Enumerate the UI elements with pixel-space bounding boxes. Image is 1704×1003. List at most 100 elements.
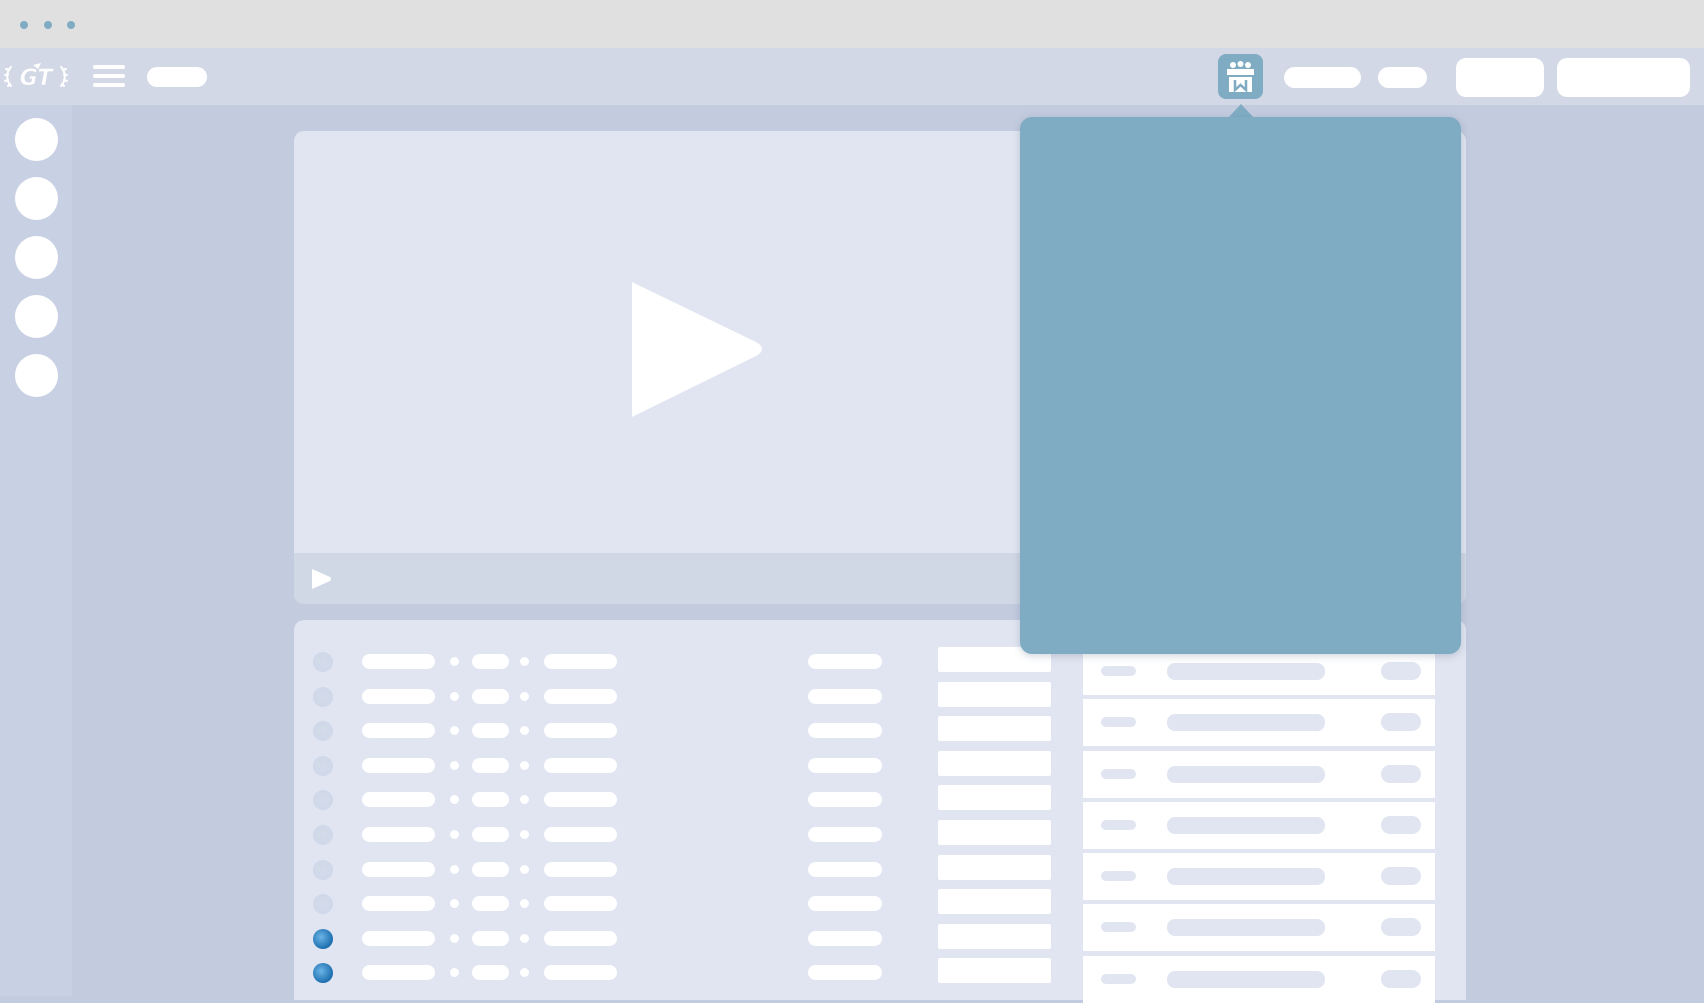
window-dot[interactable] bbox=[44, 21, 52, 29]
odds-button[interactable] bbox=[938, 716, 1051, 742]
card-text-placeholder bbox=[1381, 713, 1421, 731]
text-placeholder bbox=[472, 723, 509, 739]
text-placeholder bbox=[472, 654, 509, 669]
bet-card[interactable] bbox=[1083, 699, 1435, 746]
sidebar-item[interactable] bbox=[15, 354, 58, 397]
separator-dot bbox=[520, 968, 529, 978]
control-play-icon[interactable] bbox=[310, 567, 334, 591]
bet-card[interactable] bbox=[1083, 853, 1435, 900]
separator-dot bbox=[520, 657, 529, 666]
text-placeholder bbox=[808, 688, 882, 704]
text-placeholder bbox=[808, 723, 882, 739]
status-icon bbox=[313, 790, 333, 811]
card-text-placeholder bbox=[1167, 714, 1325, 731]
live-status-icon bbox=[313, 928, 333, 949]
card-text-placeholder bbox=[1101, 717, 1136, 727]
odds-button[interactable] bbox=[938, 854, 1051, 880]
odds-button[interactable] bbox=[938, 820, 1051, 845]
window-dot[interactable] bbox=[67, 21, 75, 29]
list-item[interactable] bbox=[294, 749, 1054, 783]
card-text-placeholder bbox=[1101, 820, 1136, 830]
text-placeholder bbox=[544, 654, 617, 669]
separator-dot bbox=[450, 899, 459, 909]
separator-dot bbox=[520, 899, 529, 909]
card-text-placeholder bbox=[1381, 765, 1421, 783]
sidebar-item[interactable] bbox=[15, 177, 58, 220]
card-text-placeholder bbox=[1101, 922, 1136, 932]
odds-button[interactable] bbox=[938, 785, 1051, 811]
separator-dot bbox=[450, 933, 459, 943]
browser-chrome bbox=[0, 0, 1704, 48]
separator-dot bbox=[450, 657, 459, 666]
odds-button[interactable] bbox=[938, 889, 1051, 915]
gift-popover[interactable] bbox=[1020, 117, 1461, 654]
card-text-placeholder bbox=[1167, 919, 1325, 936]
odds-button[interactable] bbox=[938, 923, 1051, 949]
gt-logo[interactable]: GT bbox=[4, 61, 68, 91]
list-item[interactable] bbox=[294, 680, 1054, 714]
header-link-placeholder[interactable] bbox=[1378, 67, 1427, 88]
separator-dot bbox=[450, 830, 459, 839]
status-icon bbox=[313, 894, 333, 915]
text-placeholder bbox=[472, 688, 509, 704]
list-item[interactable] bbox=[294, 818, 1054, 852]
list-item[interactable] bbox=[294, 714, 1054, 748]
nav-link-placeholder[interactable] bbox=[147, 67, 207, 87]
signup-button[interactable] bbox=[1557, 58, 1690, 97]
header-link-placeholder[interactable] bbox=[1284, 67, 1361, 88]
list-item[interactable] bbox=[294, 853, 1054, 887]
text-placeholder bbox=[544, 896, 617, 912]
window-dot[interactable] bbox=[20, 21, 28, 29]
separator-dot bbox=[520, 795, 529, 805]
card-text-placeholder bbox=[1167, 971, 1325, 988]
bet-card[interactable] bbox=[1083, 648, 1435, 695]
text-placeholder bbox=[544, 827, 617, 842]
sidebar-item[interactable] bbox=[15, 236, 58, 279]
text-placeholder bbox=[472, 861, 509, 877]
text-placeholder bbox=[544, 792, 617, 808]
gift-icon bbox=[1227, 61, 1254, 93]
gift-button[interactable] bbox=[1218, 54, 1263, 99]
text-placeholder bbox=[544, 965, 617, 981]
popover-caret bbox=[1228, 104, 1254, 118]
text-placeholder bbox=[808, 827, 882, 842]
text-placeholder bbox=[544, 930, 617, 946]
sidebar-item[interactable] bbox=[15, 295, 58, 338]
text-placeholder bbox=[362, 965, 435, 981]
odds-button[interactable] bbox=[938, 681, 1051, 707]
card-text-placeholder bbox=[1167, 766, 1325, 783]
list-item[interactable] bbox=[294, 922, 1054, 956]
list-item[interactable] bbox=[294, 956, 1054, 990]
status-icon bbox=[313, 859, 333, 880]
text-placeholder bbox=[472, 757, 509, 773]
login-button[interactable] bbox=[1456, 58, 1544, 97]
text-placeholder bbox=[362, 723, 435, 739]
separator-dot bbox=[520, 726, 529, 736]
text-placeholder bbox=[362, 757, 435, 773]
odds-button[interactable] bbox=[938, 750, 1051, 776]
text-placeholder bbox=[362, 827, 435, 842]
separator-dot bbox=[450, 968, 459, 978]
card-text-placeholder bbox=[1381, 662, 1421, 680]
status-icon bbox=[313, 686, 333, 707]
list-item[interactable] bbox=[294, 645, 1054, 679]
card-text-placeholder bbox=[1167, 663, 1325, 680]
text-placeholder bbox=[808, 930, 882, 946]
text-placeholder bbox=[472, 930, 509, 946]
odds-button[interactable] bbox=[938, 958, 1051, 984]
card-text-placeholder bbox=[1101, 666, 1136, 676]
status-icon bbox=[313, 721, 333, 742]
play-icon[interactable] bbox=[632, 282, 772, 432]
separator-dot bbox=[520, 830, 529, 839]
text-placeholder bbox=[472, 792, 509, 808]
list-item[interactable] bbox=[294, 783, 1054, 817]
bet-card[interactable] bbox=[1083, 802, 1435, 849]
bet-card[interactable] bbox=[1083, 751, 1435, 798]
sidebar-item[interactable] bbox=[15, 118, 58, 161]
list-item[interactable] bbox=[294, 887, 1054, 921]
hamburger-menu-icon[interactable] bbox=[93, 62, 125, 90]
bet-card[interactable] bbox=[1083, 904, 1435, 951]
separator-dot bbox=[520, 933, 529, 943]
separator-dot bbox=[520, 691, 529, 701]
text-placeholder bbox=[544, 723, 617, 739]
